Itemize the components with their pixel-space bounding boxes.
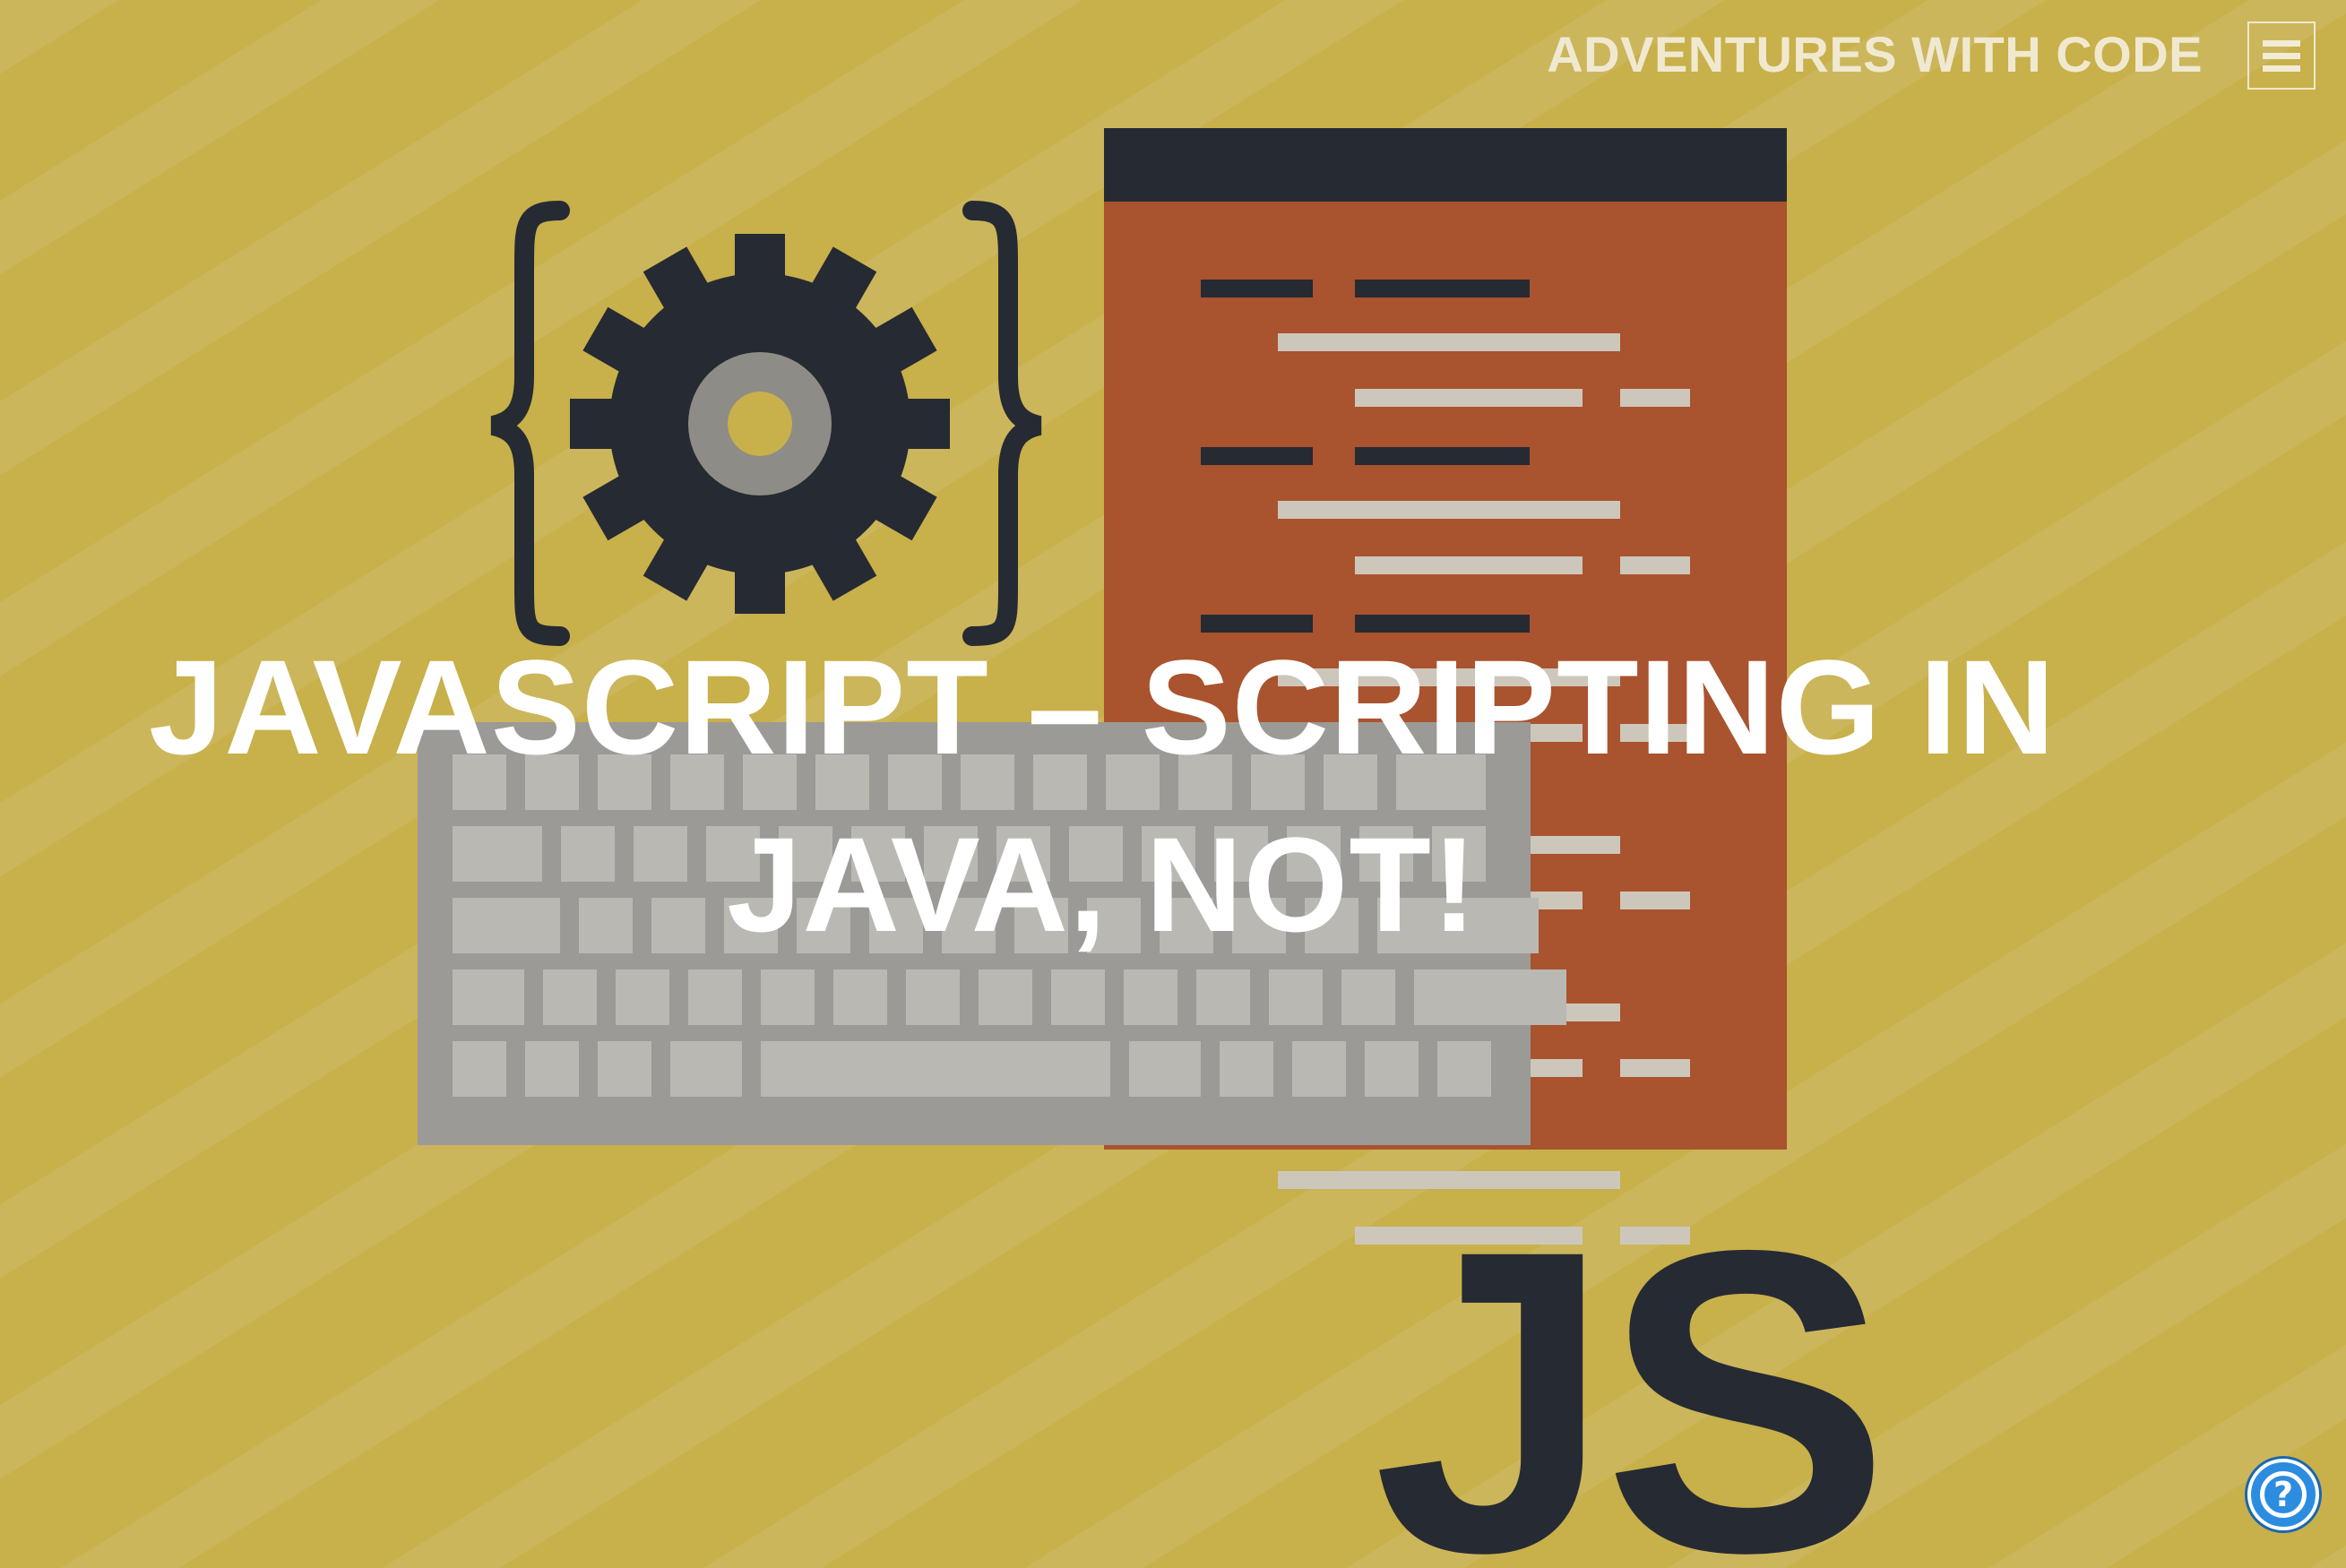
hamburger-icon-bar: [2263, 65, 2300, 72]
hamburger-icon-bar: [2263, 53, 2300, 59]
post-title: JAVASCRIPT – SCRIPTING IN JAVA, NOT!: [148, 632, 2057, 960]
menu-button[interactable]: [2247, 22, 2316, 90]
hero-banner: JS ADVENTURES WITH CODE JAVASCRIPT – SCR…: [0, 0, 2346, 1568]
help-button[interactable]: ?: [2247, 1459, 2319, 1530]
site-title-link[interactable]: ADVENTURES WITH CODE: [1547, 25, 2203, 83]
js-badge: JS: [1373, 1160, 1881, 1568]
hamburger-icon: [2263, 40, 2300, 47]
help-label: ?: [2273, 1475, 2294, 1514]
